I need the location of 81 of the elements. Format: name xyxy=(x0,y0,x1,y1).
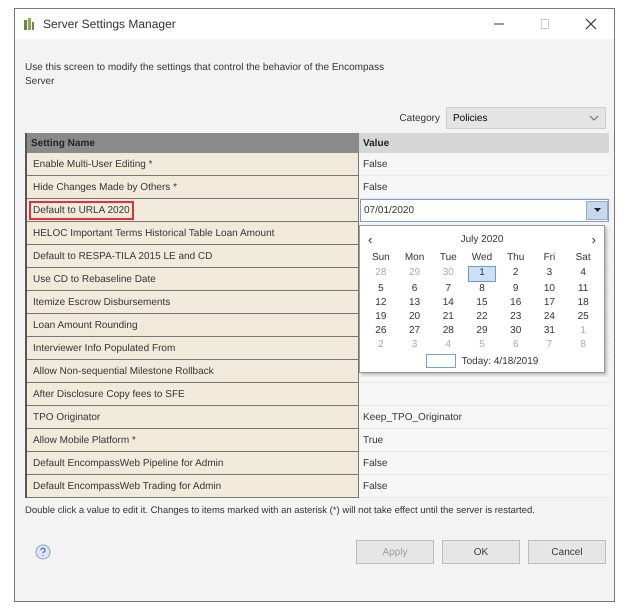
calendar-day[interactable]: 26 xyxy=(367,324,395,338)
calendar-day[interactable]: 29 xyxy=(468,324,496,338)
weekday-label: Thu xyxy=(506,251,526,265)
column-header: Setting Name xyxy=(27,133,359,153)
calendar-day[interactable]: 3 xyxy=(536,266,564,280)
setting-name: Itemize Escrow Disbursements xyxy=(32,296,172,310)
calendar-day[interactable]: 22 xyxy=(468,310,496,324)
weekday-label: Wed xyxy=(470,251,494,265)
calendar-day[interactable]: 27 xyxy=(400,324,428,338)
calendar-day[interactable]: 15 xyxy=(468,296,496,310)
calendar-day[interactable]: 16 xyxy=(502,296,530,310)
setting-name: Default to URLA 2020 xyxy=(29,200,134,220)
today-link[interactable]: Today: 4/18/2019 xyxy=(462,356,538,366)
calendar-day[interactable]: 31 xyxy=(536,324,564,338)
calendar-day[interactable]: 10 xyxy=(536,282,564,296)
setting-value: False xyxy=(363,480,388,492)
setting-name: Enable Multi-User Editing * xyxy=(32,158,154,172)
setting-name: After Disclosure Copy fees to SFE xyxy=(32,388,186,402)
setting-value: False xyxy=(363,158,388,170)
setting-name: Loan Amount Rounding xyxy=(32,318,139,332)
setting-name: Allow Mobile Platform * xyxy=(32,434,137,448)
setting-value: False xyxy=(363,458,388,468)
calendar-day[interactable]: 7 xyxy=(434,282,462,296)
setting-name: Use CD to Rebaseline Date xyxy=(32,272,157,286)
calendar-day[interactable]: 9 xyxy=(502,282,530,296)
weekday-label: Sat xyxy=(574,251,592,265)
setting-name: Default EncompassWeb Pipeline for Admin xyxy=(32,456,224,470)
setting-value: False xyxy=(363,182,388,192)
previous-month-button[interactable]: ‹ xyxy=(364,232,376,246)
close-icon xyxy=(585,18,597,30)
weekday-label: Tue xyxy=(438,251,458,265)
maximize-icon xyxy=(540,18,550,30)
setting-name: TPO Originator xyxy=(32,410,102,424)
weekday-label: Sun xyxy=(370,251,391,265)
setting-name: Default EncompassWeb Trading for Admin xyxy=(32,480,222,494)
description-text: Use this screen to modify the settings that control the behavior of the Encompass Server xyxy=(25,61,386,89)
setting-name: HELOC Important Terms Historical Table Loan Amount xyxy=(32,226,276,240)
calendar-day[interactable]: 18 xyxy=(569,296,597,310)
footer-note: Double click a value to edit it. Changes to items marked with an asterisk (*) will not take effect until the server is restarted. xyxy=(25,504,536,518)
calendar-day[interactable]: 5 xyxy=(367,282,395,296)
setting-name: Default to RESPA-TILA 2015 LE and CD xyxy=(32,250,214,264)
calendar-day[interactable]: 21 xyxy=(434,310,462,324)
calendar-day[interactable]: 23 xyxy=(502,310,530,324)
today-marker-icon xyxy=(426,354,456,368)
chevron-icon xyxy=(589,115,599,121)
setting-name: Allow Non-sequential Milestone Rollback xyxy=(32,364,215,378)
calendar-day[interactable]: 30 xyxy=(502,324,530,338)
dialog-button[interactable]: OK xyxy=(442,540,520,564)
calendar-day[interactable]: 20 xyxy=(400,310,428,324)
calendar-day[interactable]: 28 xyxy=(434,324,462,338)
next-month-button[interactable]: › xyxy=(588,232,600,246)
calendar-day[interactable]: 19 xyxy=(367,310,395,324)
caret-icon xyxy=(594,208,600,212)
calendar-day[interactable]: 17 xyxy=(536,296,564,310)
app-icon xyxy=(23,17,35,31)
calendar-day[interactable]: 12 xyxy=(367,296,395,310)
date-field[interactable]: 07/01/2020 xyxy=(360,198,609,222)
calendar-day[interactable]: 13 xyxy=(400,296,428,310)
category-dropdown[interactable]: Policies xyxy=(446,107,606,129)
month-title: July 2020 xyxy=(460,234,504,244)
dialog-button[interactable]: Cancel xyxy=(528,540,606,564)
setting-name: Interviewer Info Populated From xyxy=(32,342,176,356)
calendar-day[interactable]: 24 xyxy=(536,310,564,324)
column-header: Value xyxy=(359,133,609,153)
help-icon xyxy=(35,544,51,560)
calendar-day[interactable]: 4 xyxy=(569,266,597,280)
setting-name: Hide Changes Made by Others * xyxy=(32,180,178,194)
calendar-day[interactable]: 6 xyxy=(400,282,428,296)
weekday-label: Fri xyxy=(542,251,556,265)
calendar-day[interactable]: 11 xyxy=(569,282,597,296)
calendar-day[interactable]: 1 xyxy=(468,266,496,282)
calendar-day[interactable]: 25 xyxy=(569,310,597,324)
calendar-day[interactable]: 8 xyxy=(468,282,496,296)
category-label: Category xyxy=(399,112,440,124)
setting-value: Keep_TPO_Originator xyxy=(363,412,462,422)
window-title: Server Settings Manager xyxy=(43,17,176,31)
calendar-day[interactable]: 14 xyxy=(434,296,462,310)
setting-value: True xyxy=(363,434,384,446)
calendar-day[interactable]: 2 xyxy=(502,266,530,280)
weekday-label: Mon xyxy=(404,251,426,265)
calendar-dropdown-button[interactable] xyxy=(586,200,608,220)
